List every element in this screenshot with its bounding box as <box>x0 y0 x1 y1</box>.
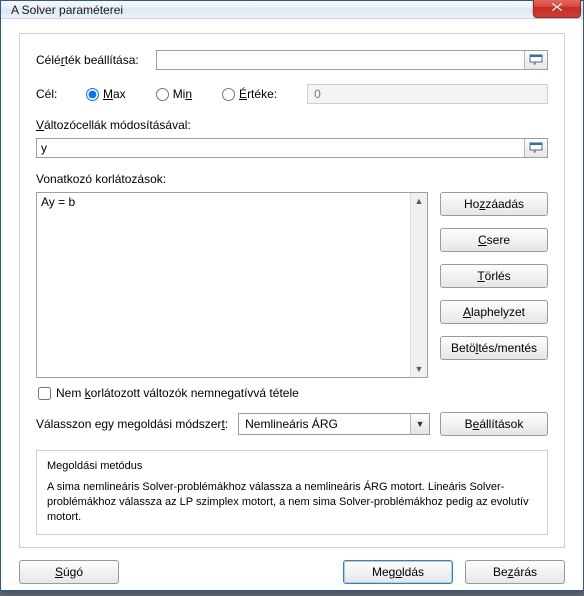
radio-max[interactable]: Max <box>86 87 126 101</box>
nonneg-checkbox-row[interactable]: Nem korlátozott változók nemnegatívvá té… <box>36 386 548 400</box>
scrollbar[interactable]: ▲ ▼ <box>410 193 427 377</box>
radio-max-input[interactable] <box>86 88 99 101</box>
scroll-up-icon[interactable]: ▲ <box>411 193 427 209</box>
range-picker-icon <box>529 142 543 154</box>
info-box: Megoldási metódus A sima nemlineáris Sol… <box>36 450 548 535</box>
change-button[interactable]: Csere <box>440 228 548 252</box>
reset-button[interactable]: Alaphelyzet <box>440 300 548 324</box>
variables-field <box>36 138 548 158</box>
radio-min-label: Min <box>173 87 192 101</box>
variables-picker-button[interactable] <box>524 139 547 157</box>
options-button[interactable]: Beállítások <box>440 412 548 436</box>
window-close-button[interactable] <box>533 0 581 18</box>
objective-field <box>156 50 548 70</box>
method-select[interactable]: Nemlineáris ÁRG ▼ <box>238 413 430 435</box>
objective-picker-button[interactable] <box>524 51 547 69</box>
window-title: A Solver paraméterei <box>11 3 533 17</box>
radio-value-input[interactable] <box>222 88 235 101</box>
radio-value-label: Értéke: <box>239 87 277 101</box>
constraint-buttons: Hozzáadás Csere Törlés Alaphelyzet Betöl… <box>440 192 548 378</box>
value-of-text: 0 <box>314 87 321 101</box>
constraints-label: Vonatkozó korlátozások: <box>36 172 548 186</box>
variables-input[interactable] <box>37 139 524 157</box>
titlebar: A Solver paraméterei <box>1 1 583 19</box>
method-label: Válasszon egy megoldási módszert: <box>36 417 228 431</box>
objective-row: Célérték beállítása: <box>36 50 548 70</box>
radio-min-input[interactable] <box>156 88 169 101</box>
range-picker-icon <box>529 54 543 66</box>
nonneg-checkbox[interactable] <box>38 387 51 400</box>
method-selected: Nemlineáris ÁRG <box>239 417 410 431</box>
target-row: Cél: Max Min Értéke: 0 <box>36 84 548 104</box>
load-save-button[interactable]: Betöltés/mentés <box>440 336 548 360</box>
close-icon <box>551 2 563 12</box>
bottom-buttons: Súgó Megoldás Bezárás <box>19 548 565 584</box>
dialog-body: Célérték beállítása: Cél: <box>1 19 583 596</box>
solve-button[interactable]: Megoldás <box>343 560 453 584</box>
solver-dialog: A Solver paraméterei Célérték beállítása… <box>0 0 584 591</box>
list-item[interactable]: Ay = b <box>41 195 411 209</box>
radio-min[interactable]: Min <box>156 87 192 101</box>
method-row: Válasszon egy megoldási módszert: Nemlin… <box>36 412 548 436</box>
add-button[interactable]: Hozzáadás <box>440 192 548 216</box>
value-of-field: 0 <box>307 84 548 104</box>
radio-value[interactable]: Értéke: <box>222 87 277 101</box>
close-button[interactable]: Bezárás <box>465 560 565 584</box>
scroll-down-icon[interactable]: ▼ <box>411 361 427 377</box>
main-panel: Célérték beállítása: Cél: <box>19 33 565 548</box>
objective-label: Célérték beállítása: <box>36 53 156 67</box>
radio-max-label: Max <box>103 87 126 101</box>
delete-button[interactable]: Törlés <box>440 264 548 288</box>
target-label: Cél: <box>36 87 86 101</box>
variables-label: Változócellák módosításával: <box>36 118 548 132</box>
info-body: A sima nemlineáris Solver-problémákhoz v… <box>47 480 537 525</box>
nonneg-label: Nem korlátozott változók nemnegatívvá té… <box>56 386 299 400</box>
constraints-listbox[interactable]: Ay = b ▲ ▼ <box>36 192 428 378</box>
info-header: Megoldási metódus <box>47 459 537 474</box>
constraints-area: Ay = b ▲ ▼ Hozzáadás Csere Törlés Alaphe… <box>36 192 548 378</box>
help-button[interactable]: Súgó <box>19 560 119 584</box>
chevron-down-icon[interactable]: ▼ <box>410 414 429 434</box>
objective-input[interactable] <box>157 51 524 69</box>
